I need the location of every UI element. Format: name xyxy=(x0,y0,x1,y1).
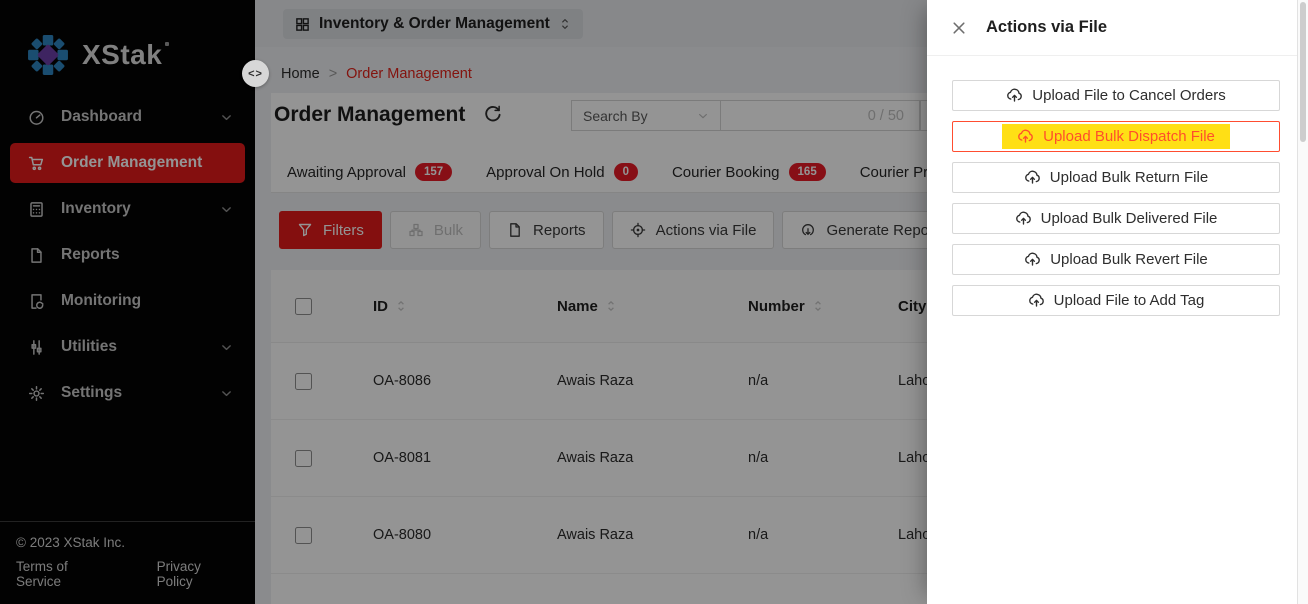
upload-bulk-revert-button[interactable]: Upload Bulk Revert File xyxy=(952,244,1280,275)
scrollbar-thumb[interactable] xyxy=(1300,2,1306,142)
cloud-upload-icon xyxy=(1024,251,1041,268)
cloud-upload-icon xyxy=(1028,292,1045,309)
cloud-upload-icon xyxy=(1024,169,1041,186)
drawer-button-label: Upload Bulk Revert File xyxy=(1050,251,1208,268)
drawer-button-label: Upload Bulk Return File xyxy=(1050,169,1208,186)
upload-bulk-delivered-button[interactable]: Upload Bulk Delivered File xyxy=(952,203,1280,234)
highlight-band: Upload Bulk Dispatch File xyxy=(1002,124,1230,149)
collapse-icon: <> xyxy=(248,68,263,80)
drawer-button-label: Upload File to Cancel Orders xyxy=(1032,87,1225,104)
cloud-upload-icon xyxy=(1006,87,1023,104)
page-scrollbar[interactable] xyxy=(1297,0,1308,604)
actions-via-file-drawer: Actions via File Upload File to Cancel O… xyxy=(927,0,1297,604)
drawer-button-label: Upload File to Add Tag xyxy=(1054,292,1205,309)
cloud-upload-icon xyxy=(1015,210,1032,227)
drawer-header: Actions via File xyxy=(927,0,1297,56)
upload-bulk-return-button[interactable]: Upload Bulk Return File xyxy=(952,162,1280,193)
upload-file-add-tag-button[interactable]: Upload File to Add Tag xyxy=(952,285,1280,316)
drawer-button-label: Upload Bulk Delivered File xyxy=(1041,210,1218,227)
drawer-button-label: Upload Bulk Dispatch File xyxy=(1043,128,1215,145)
drawer-body: Upload File to Cancel Orders Upload Bulk… xyxy=(927,56,1297,316)
cloud-upload-icon xyxy=(1017,128,1034,145)
upload-cancel-orders-button[interactable]: Upload File to Cancel Orders xyxy=(952,80,1280,111)
drawer-title: Actions via File xyxy=(986,18,1107,37)
upload-bulk-dispatch-button[interactable]: Upload Bulk Dispatch File xyxy=(952,121,1280,152)
close-icon[interactable] xyxy=(951,20,967,36)
app-window: XStak Dashboard Order Management Invento… xyxy=(0,0,1308,604)
sidebar-collapse-toggle[interactable]: <> xyxy=(242,60,269,87)
